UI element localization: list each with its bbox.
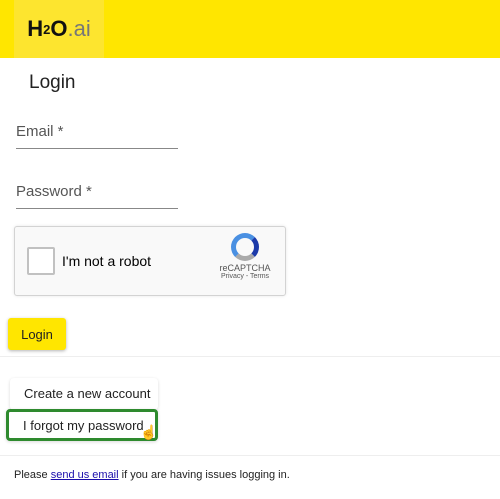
footer-pre: Please bbox=[14, 469, 51, 481]
divider bbox=[0, 356, 500, 357]
logo-2: 2 bbox=[43, 21, 51, 37]
header-bar: H 2 O .ai bbox=[0, 0, 500, 58]
page-title: Login bbox=[29, 72, 76, 93]
logo-h: H bbox=[27, 16, 44, 41]
hand-cursor-icon: ☝ bbox=[140, 424, 158, 440]
password-field[interactable]: Password * bbox=[16, 183, 178, 209]
divider bbox=[0, 455, 500, 456]
privacy-link[interactable]: Privacy bbox=[221, 273, 244, 280]
recaptcha-brand-text: reCAPTCHA bbox=[219, 263, 271, 273]
h2o-logo[interactable]: H 2 O .ai bbox=[14, 0, 104, 58]
password-label: Password * bbox=[16, 183, 92, 200]
recaptcha-widget: I'm not a robot reCAPTCHA Privacy - Term… bbox=[14, 226, 286, 296]
logo-ai: .ai bbox=[67, 16, 91, 41]
email-field[interactable]: Email * bbox=[16, 123, 178, 149]
footer-post: if you are having issues logging in. bbox=[118, 469, 290, 481]
recaptcha-logo-icon bbox=[231, 233, 259, 261]
recaptcha-label: I'm not a robot bbox=[62, 253, 152, 269]
terms-link[interactable]: Terms bbox=[250, 273, 269, 280]
send-email-link[interactable]: send us email bbox=[51, 469, 119, 481]
email-label: Email * bbox=[16, 123, 64, 140]
forgot-password-button[interactable]: I forgot my password bbox=[6, 409, 158, 441]
recaptcha-brand: reCAPTCHA Privacy - Terms bbox=[215, 233, 275, 280]
logo-o: O bbox=[50, 16, 68, 41]
recaptcha-checkbox[interactable] bbox=[27, 247, 55, 275]
footer-help-text: Please send us email if you are having i… bbox=[14, 469, 290, 481]
create-account-button[interactable]: Create a new account bbox=[10, 378, 158, 410]
login-button[interactable]: Login bbox=[8, 318, 66, 350]
